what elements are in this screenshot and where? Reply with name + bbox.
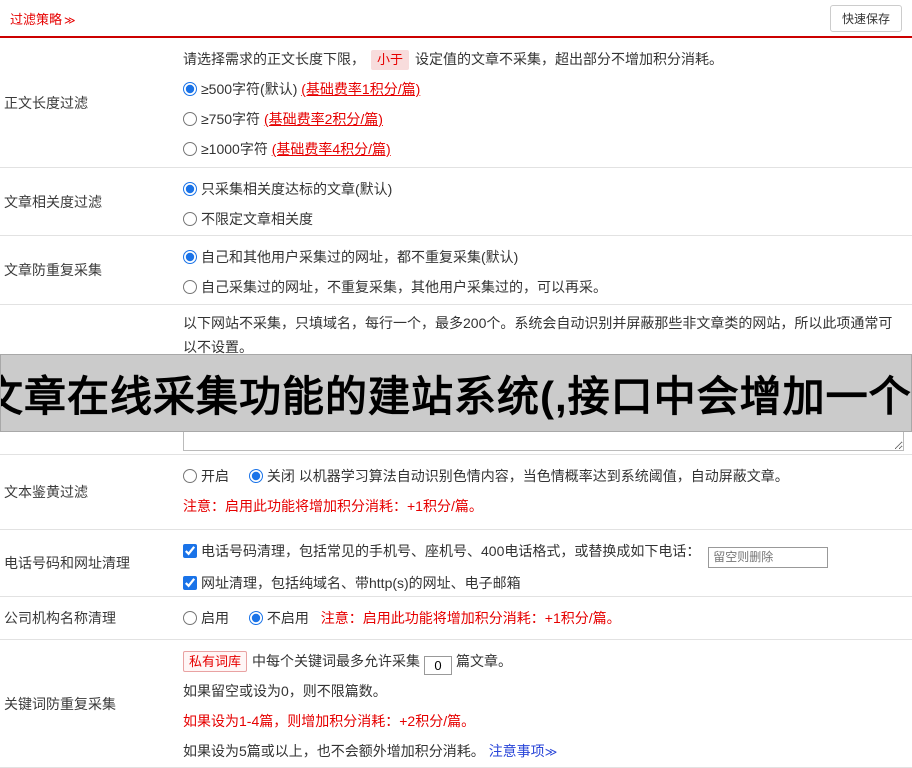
keyword-note-zero: 如果留空或设为0，则不限篇数。 <box>183 683 387 699</box>
filter-strategy-page: 过滤策略 ≫ 快速保存 正文长度过滤 请选择需求的正文长度下限， 小于 设定值的文章不… <box>0 0 912 768</box>
radio-option-750[interactable]: ≥750字符 (基础费率2积分/篇) <box>183 111 383 127</box>
page-title-text: 过滤策略 <box>10 11 63 27</box>
length-500-radio[interactable] <box>183 82 197 96</box>
checkbox-url-cleanup[interactable]: 网址清理，包括纯域名、带http(s)的网址、电子邮箱 <box>183 575 521 591</box>
phone-cleanup-checkbox[interactable] <box>183 544 197 558</box>
relevance-strict-radio[interactable] <box>183 182 197 196</box>
radio-dedup-self-only[interactable]: 自己采集过的网址，不重复采集，其他用户采集过的，可以再采。 <box>183 279 607 295</box>
topbar: 过滤策略 ≫ 快速保存 <box>0 0 912 38</box>
less-than-tag: 小于 <box>371 50 410 70</box>
row-keyword-limit: 关键词防重复采集 私有词库中每个关键词最多允许采集篇文章。 如果留空或设为0，则… <box>0 640 912 768</box>
rate-note: (基础费率4积分/篇) <box>271 141 391 157</box>
chevron-down-icon: ≫ <box>64 14 76 27</box>
row-company-cleanup: 公司机构名称清理 启用 不启用 注意：启用此功能将增加积分消耗：+1积分/篇。 <box>0 597 912 640</box>
radio-porn-on[interactable]: 开启 <box>183 468 233 484</box>
radio-porn-off[interactable]: 关闭 <box>248 468 299 484</box>
magnified-text-overlay: 文章在线采集功能的建站系统(,接口中会增加一个t <box>0 354 912 432</box>
company-cost-note: 注意：启用此功能将增加积分消耗：+1积分/篇。 <box>320 610 621 626</box>
row-dedup-collection: 文章防重复采集 自己和其他用户采集过的网址，都不重复采集(默认) 自己采集过的网… <box>0 236 912 305</box>
radio-dedup-all-users[interactable]: 自己和其他用户采集过的网址，都不重复采集(默认) <box>183 249 518 265</box>
radio-option-1000[interactable]: ≥1000字符 (基础费率4积分/篇) <box>183 141 391 157</box>
max-articles-input[interactable] <box>424 656 453 675</box>
company-off-radio[interactable] <box>248 611 263 625</box>
relevance-any-radio[interactable] <box>183 212 197 226</box>
length-750-radio[interactable] <box>183 112 197 126</box>
row-label-relevance: 文章相关度过滤 <box>4 193 102 210</box>
row-body-length-filter: 正文长度过滤 请选择需求的正文长度下限， 小于 设定值的文章不采集，超出部分不增加积… <box>0 38 912 168</box>
url-cleanup-checkbox[interactable] <box>183 575 197 590</box>
checkbox-phone-cleanup[interactable]: 电话号码清理，包括常见的手机号、座机号、400电话格式，或替换成如下电话： <box>183 543 704 559</box>
rate-note: (基础费率2积分/篇) <box>263 111 383 127</box>
row-porn-filter: 文本鉴黄过滤 开启 关闭 以机器学习算法自动识别色情内容，当色情概率达到系统阈值… <box>0 455 912 530</box>
radio-option-500[interactable]: ≥500字符(默认) (基础费率1积分/篇) <box>183 81 420 97</box>
porn-on-radio[interactable] <box>183 469 197 483</box>
porn-off-radio[interactable] <box>248 469 263 483</box>
blocked-sites-description: 以下网站不采集，只填域名，每行一个，最多200个。系统会自动识别并屏蔽那些非文章… <box>183 315 893 355</box>
keyword-note-cost: 如果设为1-4篇，则增加积分消耗：+2积分/篇。 <box>183 713 476 729</box>
row-label-body-length: 正文长度过滤 <box>4 94 88 111</box>
row-relevance-filter: 文章相关度过滤 只采集相关度达标的文章(默认) 不限定文章相关度 <box>0 168 912 236</box>
dedup-all-users-radio[interactable] <box>183 250 197 264</box>
radio-relevance-any[interactable]: 不限定文章相关度 <box>183 211 313 227</box>
row-label-dedup: 文章防重复采集 <box>4 262 102 278</box>
row-phone-url-cleanup: 电话号码和网址清理 电话号码清理，包括常见的手机号、座机号、400电话格式，或替… <box>0 530 912 597</box>
notes-link[interactable]: 注意事项≫ <box>489 743 558 759</box>
magnified-text: 文章在线采集功能的建站系统(,接口中会增加一个t <box>0 372 912 420</box>
row-label-keyword: 关键词防重复采集 <box>4 695 116 712</box>
porn-filter-description: 以机器学习算法自动识别色情内容，当色情概率达到系统阈值，自动屏蔽文章。 <box>298 468 789 484</box>
length-1000-radio[interactable] <box>183 142 197 156</box>
replacement-phone-input[interactable] <box>708 546 829 568</box>
radio-company-on[interactable]: 启用 <box>183 610 233 626</box>
radio-company-off[interactable]: 不启用 <box>248 610 313 626</box>
private-dictionary-tag[interactable]: 私有词库 <box>183 651 248 672</box>
keyword-note-five: 如果设为5篇或以上，也不会额外增加积分消耗。 <box>183 743 485 759</box>
body-length-intro: 请选择需求的正文长度下限， 小于 设定值的文章不采集，超出部分不增加积分消耗。 <box>183 44 904 74</box>
row-label-porn-filter: 文本鉴黄过滤 <box>4 484 88 500</box>
radio-relevance-strict[interactable]: 只采集相关度达标的文章(默认) <box>183 181 392 197</box>
quick-save-button[interactable]: 快速保存 <box>829 4 902 32</box>
chevron-down-icon: ≫ <box>544 745 558 759</box>
row-label-phone-url: 电话号码和网址清理 <box>4 555 130 571</box>
page-title[interactable]: 过滤策略 ≫ <box>10 9 76 28</box>
rate-note: (基础费率1积分/篇) <box>301 81 421 97</box>
porn-filter-cost-note: 注意：启用此功能将增加积分消耗：+1积分/篇。 <box>183 498 483 514</box>
dedup-self-only-radio[interactable] <box>183 280 197 294</box>
company-on-radio[interactable] <box>183 611 197 625</box>
row-label-company: 公司机构名称清理 <box>4 610 116 626</box>
